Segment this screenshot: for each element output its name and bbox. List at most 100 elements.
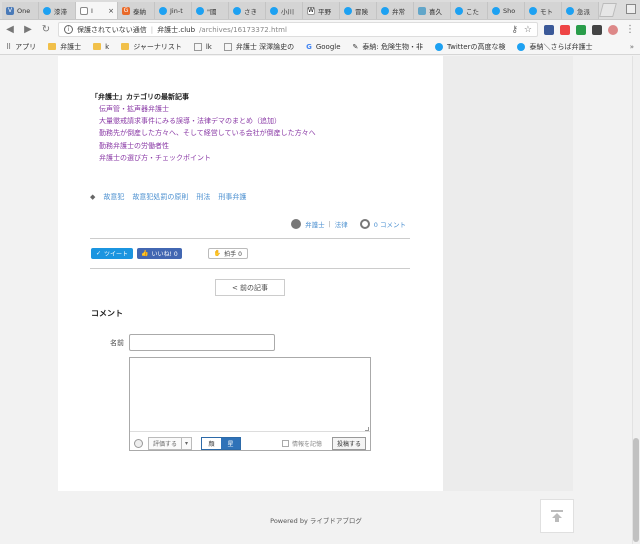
comment-heading: コメント: [91, 309, 123, 318]
related-link[interactable]: 伝声管・拡声器弁護士: [99, 103, 316, 115]
star-mode-option[interactable]: 星: [221, 437, 241, 449]
twitter-icon: [344, 6, 352, 15]
menu-icon[interactable]: ⋮: [624, 24, 636, 35]
security-label: 保護されていない通信: [77, 25, 147, 34]
related-link[interactable]: 勤務先が倒産した方々へ、そして経営している会社が倒産した方々へ: [99, 127, 316, 139]
browser-tab[interactable]: W 平野: [303, 2, 340, 19]
tab-strip: V One 漆滞 I × G 泰納 Jin-t "國 さき 小川 W 平野 冒険 弁常 …: [0, 0, 640, 20]
image-icon: [418, 6, 426, 15]
reload-icon[interactable]: ↻: [40, 24, 52, 35]
comment-box: 評価する ▾ 顔 星 情報を記憶 投稿する: [129, 357, 371, 451]
browser-tab[interactable]: Jin-t: [155, 2, 192, 19]
window-control-button[interactable]: [626, 4, 636, 14]
emoji-icon[interactable]: [134, 438, 143, 448]
twitter-icon: [159, 6, 167, 15]
folder-icon: [48, 43, 57, 50]
bookmark-folder[interactable]: k: [93, 43, 109, 51]
bookmark-item[interactable]: ✎ 泰納: 危険生物・非: [353, 42, 423, 52]
forward-arrow-icon[interactable]: ▶: [22, 24, 34, 35]
browser-tab[interactable]: 漆滞: [39, 2, 76, 19]
comment-icon: [359, 219, 370, 229]
document-icon: [80, 6, 88, 15]
browser-tab[interactable]: G 泰納: [118, 2, 155, 19]
scrollbar-thumb[interactable]: [633, 438, 639, 542]
bookmark-item[interactable]: G Google: [306, 43, 340, 51]
new-tab-button[interactable]: [599, 3, 617, 17]
submit-comment-button[interactable]: 投稿する: [331, 436, 366, 450]
resize-handle[interactable]: [365, 427, 369, 431]
bookmark-item[interactable]: 弁護士 深澤論史の: [223, 42, 294, 52]
previous-article-button[interactable]: < 前の記事: [215, 279, 285, 296]
key-icon[interactable]: ⚷: [511, 25, 518, 35]
scroll-to-top-button[interactable]: [540, 499, 574, 533]
bookmarks-overflow-button[interactable]: »: [630, 43, 634, 51]
extension-icon[interactable]: [592, 24, 602, 35]
name-input[interactable]: [129, 334, 275, 351]
related-link[interactable]: 大量懲戒請求事件にみる誤導・法律デマのまとめ（追加）: [99, 115, 316, 127]
arrow-up-icon: [551, 510, 563, 522]
avatar[interactable]: [608, 24, 618, 35]
post-meta: 弁護士 | 法律 0 コメント: [291, 219, 406, 229]
google-icon: G: [122, 6, 130, 15]
bookmark-folder[interactable]: ジャーナリスト: [121, 42, 182, 52]
browser-tab[interactable]: 急派: [562, 2, 599, 19]
bookmark-apps[interactable]: ⠿ アプリ: [6, 42, 36, 52]
bookmark-folder[interactable]: 弁護士: [48, 42, 81, 52]
tweet-button[interactable]: ✓ ツイート: [91, 248, 134, 259]
related-link[interactable]: 弁護士の選び方・チェックポイント: [99, 152, 316, 164]
close-tab-icon[interactable]: ×: [108, 7, 114, 15]
folder-icon: [121, 43, 130, 50]
divider: [90, 238, 410, 239]
twitter-icon: [566, 6, 574, 15]
twitter-icon: [492, 6, 500, 15]
back-arrow-icon[interactable]: ◀: [4, 24, 16, 35]
address-bar[interactable]: i 保護されていない通信 | 弁護士.club/archives/1617337…: [58, 22, 538, 37]
category-link[interactable]: 弁護士: [305, 219, 325, 229]
clap-button[interactable]: ✋ 拍手 0: [207, 248, 248, 259]
evernote-extension-icon[interactable]: [576, 24, 586, 35]
address-path: /archives/16173372.html: [199, 25, 287, 34]
remember-info-checkbox[interactable]: 情報を記憶: [281, 439, 322, 448]
browser-tab[interactable]: "國: [192, 2, 229, 19]
face-mode-option[interactable]: 顔: [202, 437, 222, 449]
rating-mode-toggle: 顔 星: [201, 436, 242, 450]
footer-powered-by[interactable]: Powered by ライブドアブログ: [0, 515, 632, 525]
browser-tab[interactable]: さき: [229, 2, 266, 19]
bookmark-item[interactable]: 泰納＼さらば弁護士: [517, 42, 592, 52]
browser-tab[interactable]: モト: [525, 2, 562, 19]
bookmark-item[interactable]: Twitterの高度な検: [435, 42, 505, 52]
browser-tab[interactable]: こた: [451, 2, 488, 19]
twitter-icon: [381, 6, 389, 15]
article-card: 「弁護士」カテゴリの最新記事 伝声管・拡声器弁護士 大量懲戒請求事件にみる誤導・…: [58, 56, 443, 491]
share-buttons: ✓ ツイート 👍 いいね! 0 ✋ 拍手 0: [91, 248, 248, 259]
browser-tab[interactable]: 喜久: [414, 2, 451, 19]
bookmark-star-icon[interactable]: ☆: [524, 25, 532, 35]
folder-icon: [93, 43, 102, 50]
browser-tab[interactable]: 冒険: [340, 2, 377, 19]
tag-link[interactable]: 故意犯: [103, 192, 124, 202]
browser-tab[interactable]: V One: [2, 2, 39, 19]
checkbox[interactable]: [281, 439, 289, 447]
info-icon[interactable]: i: [64, 25, 73, 34]
related-link[interactable]: 勤務弁護士の労働者性: [99, 140, 316, 152]
twitter-icon: [529, 6, 537, 15]
facebook-extension-icon[interactable]: [544, 24, 554, 35]
tag-link[interactable]: 刑事弁護: [218, 192, 246, 202]
browser-tab[interactable]: 小川: [266, 2, 303, 19]
rating-select[interactable]: 評価する ▾: [148, 436, 193, 450]
bookmark-item[interactable]: lk: [193, 42, 212, 51]
clap-icon: ✋: [213, 250, 222, 257]
browser-tab[interactable]: 弁常: [377, 2, 414, 19]
comment-count-link[interactable]: 0 コメント: [374, 219, 406, 229]
extension-icon[interactable]: [560, 24, 570, 35]
comment-textarea[interactable]: [130, 358, 370, 432]
facebook-like-button[interactable]: 👍 いいね! 0: [137, 248, 182, 259]
browser-toolbar: ◀ ▶ ↻ i 保護されていない通信 | 弁護士.club/archives/1…: [0, 20, 640, 39]
browser-tab-active[interactable]: I ×: [76, 2, 118, 19]
category-link[interactable]: 法律: [335, 219, 348, 229]
name-label: 名前: [110, 339, 124, 347]
v-icon: V: [6, 6, 14, 15]
tag-link[interactable]: 故意犯処罰の原則: [132, 192, 188, 202]
browser-tab[interactable]: Sho: [488, 2, 525, 19]
tag-link[interactable]: 刑法: [196, 192, 210, 202]
